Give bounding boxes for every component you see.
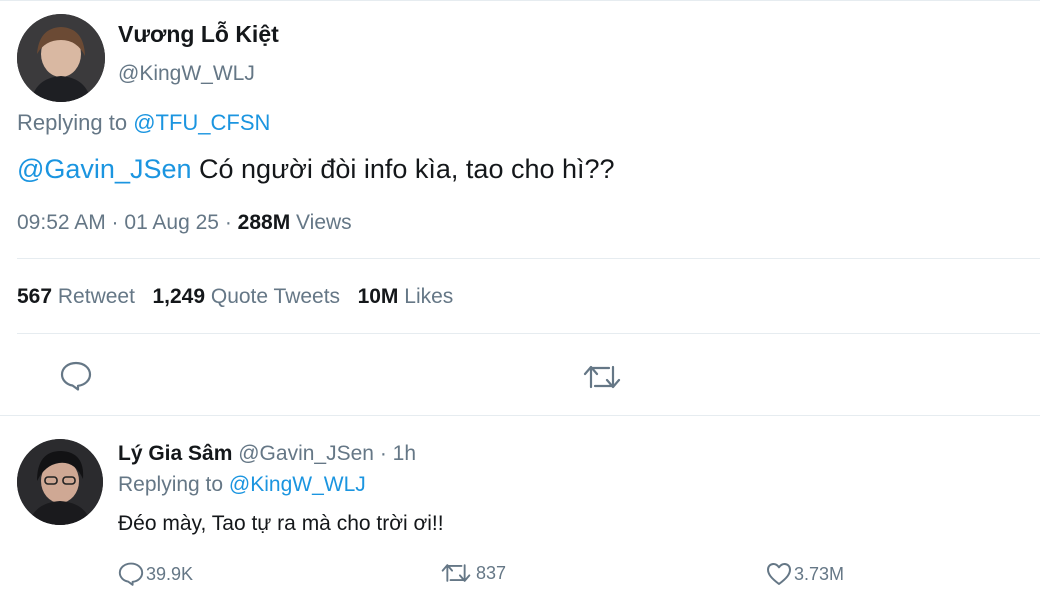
stats-top-divider <box>17 258 1040 259</box>
retweets-count: 567 <box>17 285 53 308</box>
heart-icon <box>767 563 791 585</box>
stats-bottom-divider <box>17 333 1040 334</box>
author-handle[interactable]: @KingW_WLJ <box>118 62 255 86</box>
reply-header: Lý Gia Sâm @Gavin_JSen · 1h <box>118 442 416 466</box>
reply-reply-count: 39.9K <box>146 563 194 584</box>
reply-author-name[interactable]: Lý Gia Sâm <box>118 442 232 465</box>
retweets-stat[interactable]: 567 Retweet <box>17 285 135 308</box>
speech-bubble-icon <box>60 361 92 391</box>
views-count: 288M <box>237 211 291 234</box>
reply-reply-button[interactable]: 39.9K <box>118 562 193 586</box>
replying-to-handle[interactable]: @TFU_CFSN <box>133 110 270 135</box>
speech-bubble-icon <box>118 562 144 586</box>
reply-replying-to: Replying to @KingW_WLJ <box>118 473 366 497</box>
tweet-text: @Gavin_JSen Có người đòi info kìa, tao c… <box>17 154 615 185</box>
reply-action-button[interactable] <box>60 361 92 391</box>
quotes-count: 1,249 <box>152 285 206 308</box>
likes-stat[interactable]: 10M Likes <box>358 285 454 308</box>
tweet-mention[interactable]: @Gavin_JSen <box>17 154 192 184</box>
reply-like-count: 3.73M <box>794 563 845 584</box>
replying-to-label: Replying to <box>17 110 128 135</box>
tweet-body: Có người đòi info kìa, tao cho hì?? <box>199 154 615 184</box>
reply-replying-to-label: Replying to <box>118 473 224 496</box>
reply-retweet-count: 837 <box>476 562 507 583</box>
retweet-action-button[interactable] <box>582 363 622 391</box>
reply-author-avatar[interactable] <box>17 439 103 525</box>
reply-time[interactable]: · 1h <box>380 442 416 465</box>
tweet-timestamp[interactable]: 09:52 AM · 01 Aug 25 · <box>17 211 238 234</box>
tweet-stats: 567 Retweet 1,249 Quote Tweets 10M Likes <box>17 285 453 309</box>
retweets-label: Retweet <box>57 285 135 308</box>
reply-author-handle[interactable]: @Gavin_JSen <box>238 442 374 465</box>
retweet-arrows-icon <box>441 564 471 582</box>
reply-retweet-button[interactable]: 837 <box>440 562 506 584</box>
reply-text: Đéo mày, Tao tự ra mà cho trời ơi!! <box>118 512 444 535</box>
reply-like-button[interactable]: 3.73M <box>766 562 844 586</box>
likes-label: Likes <box>404 285 454 308</box>
author-name[interactable]: Vương Lỗ Kiệt <box>118 21 279 48</box>
quotes-stat[interactable]: 1,249 Quote Tweets <box>152 285 340 308</box>
author-avatar[interactable] <box>17 14 105 102</box>
reply-divider <box>0 415 1040 416</box>
replying-to: Replying to @TFU_CFSN <box>17 110 270 136</box>
views-label: Views <box>296 211 352 234</box>
retweet-arrows-icon <box>583 365 621 389</box>
tweet-meta: 09:52 AM · 01 Aug 25 · 288M Views <box>17 211 352 235</box>
likes-count: 10M <box>357 285 399 308</box>
reply-replying-to-handle[interactable]: @KingW_WLJ <box>229 473 366 496</box>
top-divider <box>0 0 1040 1</box>
quotes-label: Quote Tweets <box>210 285 341 308</box>
